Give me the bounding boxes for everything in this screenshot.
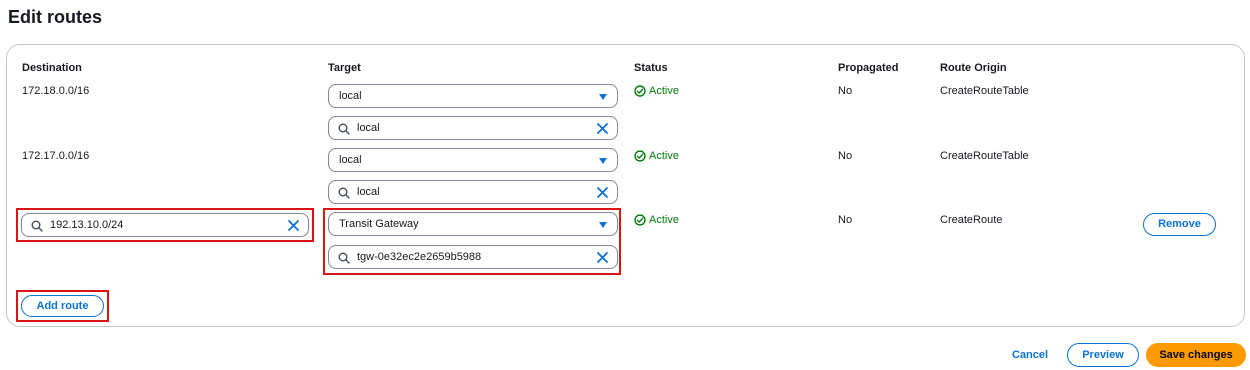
target-search-value: tgw-0e32ec2e2659b5988 [357, 251, 482, 263]
caret-down-icon [599, 94, 607, 100]
column-header-route-origin: Route Origin [940, 62, 1007, 74]
column-header-propagated: Propagated [838, 62, 899, 74]
cancel-button[interactable]: Cancel [1012, 349, 1048, 361]
page-title: Edit routes [8, 7, 103, 27]
route-origin-cell: CreateRouteTable [940, 85, 1029, 97]
preview-button[interactable]: Preview [1067, 343, 1139, 367]
target-type-value: Transit Gateway [339, 218, 419, 230]
target-type-select[interactable]: local [328, 148, 618, 172]
destination-cell: 172.17.0.0/16 [22, 150, 90, 162]
caret-down-icon [599, 222, 607, 228]
propagated-cell: No [838, 214, 853, 226]
save-changes-button[interactable]: Save changes [1146, 343, 1246, 367]
close-icon[interactable] [287, 219, 300, 232]
status-text: Active [649, 150, 679, 162]
propagated-cell: No [838, 150, 853, 162]
add-route-button[interactable]: Add route [21, 295, 104, 317]
target-search-value: local [357, 122, 380, 134]
column-header-target: Target [328, 62, 361, 74]
target-search-input[interactable]: tgw-0e32ec2e2659b5988 [328, 245, 618, 269]
route-origin-cell: CreateRoute [940, 214, 1003, 226]
column-header-destination: Destination [22, 62, 82, 74]
caret-down-icon [599, 158, 607, 164]
target-search-input[interactable]: local [328, 116, 618, 140]
propagated-cell: No [838, 85, 853, 97]
remove-button[interactable]: Remove [1143, 213, 1216, 236]
target-type-select[interactable]: Transit Gateway [328, 212, 618, 236]
check-circle-icon [634, 150, 646, 162]
destination-cell: 172.18.0.0/16 [22, 85, 90, 97]
close-icon[interactable] [596, 251, 609, 264]
close-icon[interactable] [596, 186, 609, 199]
destination-search-input[interactable]: 192.13.10.0/24 [21, 213, 309, 237]
route-origin-cell: CreateRouteTable [940, 150, 1029, 162]
check-circle-icon [634, 214, 646, 226]
destination-value: 192.13.10.0/24 [50, 219, 124, 231]
target-type-select[interactable]: local [328, 84, 618, 108]
status-text: Active [649, 214, 679, 226]
routes-panel [6, 44, 1245, 327]
search-icon [338, 252, 350, 264]
search-icon [338, 187, 350, 199]
search-icon [338, 123, 350, 135]
status-text: Active [649, 85, 679, 97]
search-icon [31, 220, 43, 232]
target-search-value: local [357, 186, 380, 198]
check-circle-icon [634, 85, 646, 97]
target-type-value: local [339, 90, 362, 102]
target-search-input[interactable]: local [328, 180, 618, 204]
column-header-status: Status [634, 62, 668, 74]
close-icon[interactable] [596, 122, 609, 135]
target-type-value: local [339, 154, 362, 166]
